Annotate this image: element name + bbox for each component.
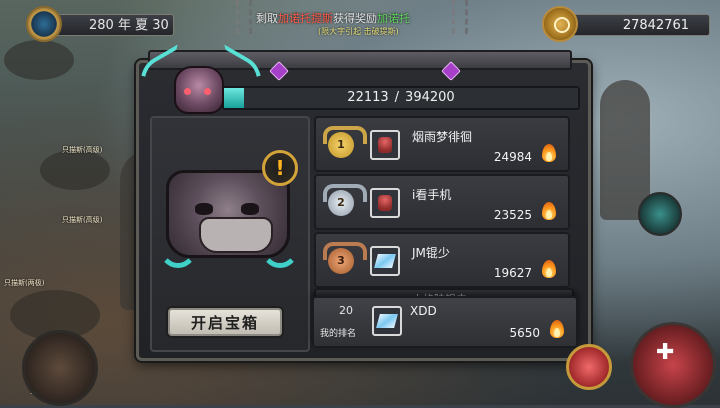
- ranking-row[interactable]: 2 i看手机 23525: [314, 174, 570, 230]
- player-name: i看手机: [412, 188, 452, 202]
- banner-green: 加诺托: [377, 12, 410, 25]
- bronze-medal-icon: 3: [323, 242, 367, 274]
- city-menu-button[interactable]: [22, 330, 98, 406]
- battle-menu-button[interactable]: [630, 322, 716, 408]
- map-creature[interactable]: [4, 40, 74, 80]
- event-banner: 剩取加诺托提斯获得奖励加诺托: [256, 10, 456, 26]
- boss-hp-separator: /: [394, 90, 400, 105]
- silver-medal-icon: 2: [323, 184, 367, 216]
- player-name: XDD: [410, 304, 437, 318]
- boss-eye: [184, 88, 191, 95]
- player-avatar[interactable]: [370, 188, 400, 218]
- boss-eye: [204, 88, 211, 95]
- banner-subtitle: (限大字引起 击破提斯): [318, 27, 399, 36]
- banner-prefix: 剩取: [256, 12, 278, 25]
- boss-portrait: [129, 44, 273, 130]
- alert-icon[interactable]: !: [262, 150, 298, 186]
- chest-eye: [195, 203, 213, 215]
- player-avatar[interactable]: [372, 306, 402, 336]
- player-name: JM锟少: [412, 246, 450, 260]
- gold-display[interactable]: 27842761: [542, 6, 710, 42]
- chest-horn-left: [158, 224, 198, 268]
- ranking-row[interactable]: 3 JM锟少 19627: [314, 232, 570, 288]
- event-icon[interactable]: [566, 344, 612, 390]
- boss-hp-max: 394200: [405, 90, 455, 105]
- boss-hp-current: 22113: [347, 90, 389, 105]
- boss-hp-bar: 22113 / 394200: [222, 86, 580, 110]
- map-unit-icon[interactable]: [638, 192, 682, 236]
- open-chest-button[interactable]: 开启宝箱: [166, 306, 284, 338]
- fire-icon: [540, 258, 558, 280]
- my-rank-row[interactable]: 20 我的排名 XDD 5650: [312, 296, 578, 348]
- player-avatar[interactable]: [370, 130, 400, 160]
- map-label: 只描斯(两极): [4, 279, 45, 287]
- player-score: 19627: [493, 266, 532, 280]
- fire-icon: [540, 142, 558, 164]
- chain-decoration: [236, 0, 252, 34]
- cross-icon: ✚: [656, 340, 675, 365]
- gold-medal-icon: 1: [323, 126, 367, 158]
- ranking-row[interactable]: 1 烟雨梦徘徊 24984: [314, 116, 570, 172]
- banner-middle: 获得奖励: [333, 12, 377, 25]
- chest-eye: [241, 203, 259, 215]
- player-name: 烟雨梦徘徊: [412, 130, 473, 144]
- map-label: 只描斯(高级): [62, 216, 103, 224]
- map-label: 只描斯(高级): [62, 146, 103, 154]
- chain-decoration: [452, 0, 468, 34]
- gold-amount: 27842761: [565, 14, 710, 36]
- season-display[interactable]: 280 年 夏 30: [16, 6, 176, 42]
- boss-hp-text: 22113 / 394200: [224, 88, 578, 108]
- gold-coin-icon: [542, 6, 578, 42]
- chest-horn-right: [260, 224, 300, 268]
- player-score: 5650: [509, 326, 540, 340]
- banner-boss-name: 加诺托提斯: [278, 12, 333, 25]
- my-rank-number: 20: [339, 304, 353, 317]
- fire-icon: [548, 318, 566, 340]
- player-avatar[interactable]: [370, 246, 400, 276]
- player-score: 24984: [493, 150, 532, 164]
- boss-face: [174, 66, 224, 114]
- season-emblem-icon: [26, 6, 62, 42]
- player-score: 23525: [493, 208, 532, 222]
- fire-icon: [540, 200, 558, 222]
- map-creature[interactable]: [40, 150, 110, 190]
- my-rank-label: 我的排名: [320, 329, 357, 339]
